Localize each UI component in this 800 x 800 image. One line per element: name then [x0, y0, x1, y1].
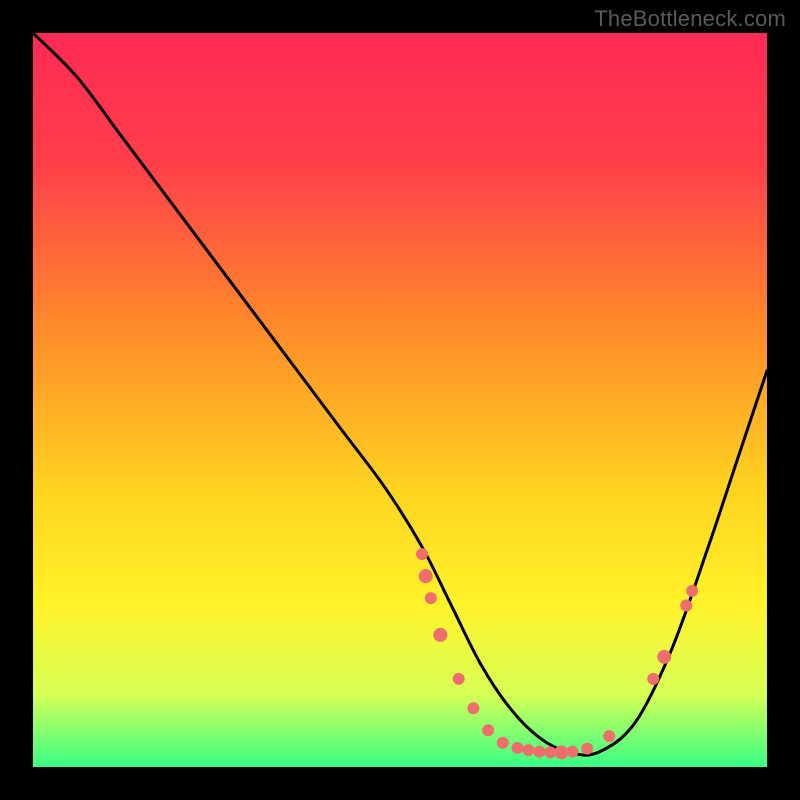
data-marker [419, 569, 433, 583]
data-marker [416, 548, 428, 560]
data-marker [566, 746, 578, 758]
plot-area [33, 33, 767, 767]
data-marker [425, 592, 437, 604]
data-marker [680, 600, 692, 612]
data-marker [453, 673, 465, 685]
data-marker [482, 724, 494, 736]
data-marker [554, 745, 568, 759]
data-marker [533, 746, 545, 758]
data-marker [522, 744, 534, 756]
data-marker [603, 730, 615, 742]
data-marker [657, 650, 671, 664]
data-marker [433, 628, 447, 642]
chart-frame: TheBottleneck.com [0, 0, 800, 800]
data-marker [686, 585, 698, 597]
data-marker [467, 702, 479, 714]
data-marker [497, 737, 509, 749]
data-marker [581, 743, 593, 755]
attribution-text: TheBottleneck.com [594, 6, 786, 32]
data-marker [511, 742, 523, 754]
gradient-background [33, 33, 767, 767]
chart-svg [33, 33, 767, 767]
data-marker [647, 673, 659, 685]
